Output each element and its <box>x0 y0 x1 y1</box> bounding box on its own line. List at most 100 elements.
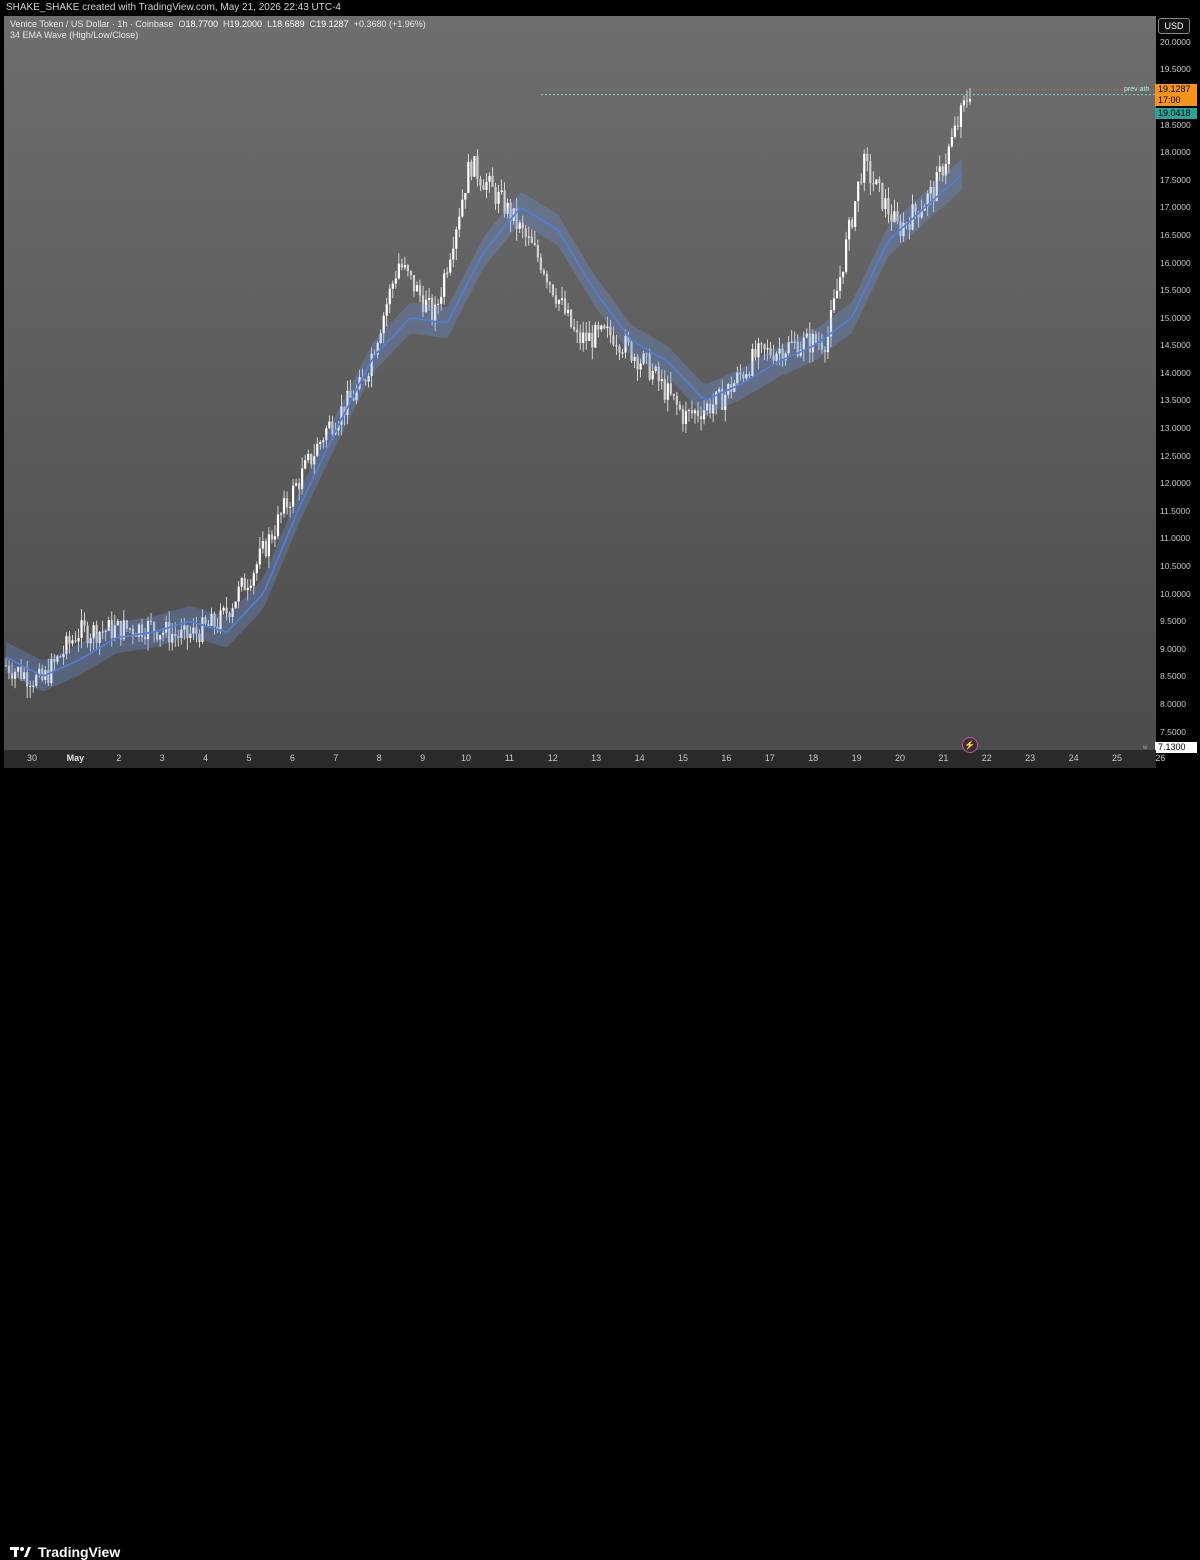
candle-body <box>678 404 681 410</box>
price-tick: 13.5000 <box>1160 395 1191 406</box>
candle-body <box>875 179 878 185</box>
candle-body <box>560 298 564 301</box>
candle-body <box>295 483 298 486</box>
candle-body <box>618 346 621 353</box>
candle-body <box>273 536 277 540</box>
price-tick: 8.5000 <box>1160 671 1186 682</box>
time-label: 21 <box>938 753 949 763</box>
time-label: 26 <box>1155 753 1166 763</box>
candle-body <box>941 166 944 176</box>
candle-body <box>956 125 960 127</box>
tradingview-logo-icon <box>10 1547 31 1557</box>
open-value: 18.7700 <box>185 19 218 29</box>
time-label: 8 <box>376 753 382 763</box>
candle-body <box>276 514 280 537</box>
price-tick: 13.0000 <box>1160 423 1191 434</box>
indicator-legend[interactable]: 34 EMA Wave (High/Low/Close) <box>10 30 138 40</box>
candle-body <box>651 371 654 380</box>
candle-body <box>427 297 431 300</box>
candle-body <box>409 271 413 275</box>
candle-body <box>570 309 573 327</box>
currency-button[interactable]: USD <box>1158 18 1190 34</box>
candle-body <box>494 186 497 204</box>
candle-body <box>252 573 255 586</box>
candle-body <box>488 175 491 182</box>
price-tick: 18.0000 <box>1160 147 1191 158</box>
candle-body <box>476 156 479 179</box>
candle-body <box>71 640 74 644</box>
event-marker-icon[interactable]: ⚡ <box>962 737 978 753</box>
price-tick: 9.5000 <box>1160 616 1186 627</box>
candle-body <box>246 587 249 591</box>
candle-body <box>479 178 482 186</box>
time-label: 4 <box>203 753 209 763</box>
time-label: 22 <box>981 753 992 763</box>
candle-body <box>264 541 267 557</box>
candle-body <box>938 166 941 172</box>
candle-body <box>83 620 86 626</box>
candle-body <box>258 548 261 565</box>
candle-body <box>385 304 388 316</box>
candle-body <box>243 578 246 591</box>
bottom-price-tag: 7.1300 <box>1155 742 1197 753</box>
candle-body <box>319 442 322 444</box>
candle-body <box>394 278 397 284</box>
candle-body <box>968 98 972 102</box>
symbol-name: Venice Token / US Dollar · 1h · Coinbase <box>10 19 174 29</box>
time-label: 13 <box>591 753 602 763</box>
price-tick: 20.0000 <box>1160 36 1191 47</box>
candle-body <box>603 325 606 329</box>
candle-body <box>74 640 77 642</box>
candle-body <box>890 214 893 223</box>
candle-body <box>255 564 258 574</box>
candle-body <box>467 161 470 194</box>
candle-body <box>288 506 292 508</box>
candle-body <box>446 272 449 274</box>
price-plot[interactable] <box>4 16 1156 768</box>
candle-body <box>307 453 310 461</box>
candle-body <box>860 181 863 183</box>
candle-body <box>225 607 228 614</box>
candle-body <box>440 296 443 304</box>
candle-body <box>461 199 464 217</box>
candle-body <box>591 332 594 348</box>
candle-body <box>491 175 494 187</box>
candle-body <box>621 352 624 354</box>
candle-body <box>841 271 845 278</box>
candle-body <box>669 383 672 394</box>
time-label: May <box>66 753 85 763</box>
candle-body <box>863 153 866 183</box>
candle-body <box>872 183 875 185</box>
prev-ath-label: prev ath <box>1124 85 1150 93</box>
candle-body <box>470 161 473 177</box>
candle-body <box>757 343 760 358</box>
price-tick: 7.5000 <box>1160 726 1186 737</box>
candle-body <box>675 396 678 405</box>
time-label: 10 <box>460 753 472 763</box>
candle-body <box>690 410 694 414</box>
candle-body <box>566 309 570 314</box>
candle-body <box>606 326 609 329</box>
candle-body <box>68 636 71 644</box>
candle-body <box>240 578 243 587</box>
candle-body <box>766 348 769 350</box>
candle-body <box>869 161 872 184</box>
candle-body <box>845 239 848 272</box>
candle-body <box>29 685 32 687</box>
chart-area[interactable]: Venice Token / US Dollar · 1h · Coinbase… <box>4 16 1156 768</box>
price-tick: 15.0000 <box>1160 312 1191 323</box>
price-tick: 19.5000 <box>1160 64 1191 75</box>
candle-body <box>237 586 240 602</box>
candle-body <box>582 332 585 343</box>
time-label: 11 <box>504 753 515 763</box>
candle-body <box>282 498 286 514</box>
candle-body <box>536 245 539 258</box>
tradingview-logo: TradingView <box>10 1544 120 1560</box>
candle-body <box>298 483 301 490</box>
price-tick: 12.0000 <box>1160 478 1191 489</box>
candle-body <box>696 410 700 416</box>
brand-name: TradingView <box>38 1544 121 1560</box>
candle-body <box>878 179 881 183</box>
candle-body <box>585 332 588 341</box>
candle-body <box>699 415 703 420</box>
